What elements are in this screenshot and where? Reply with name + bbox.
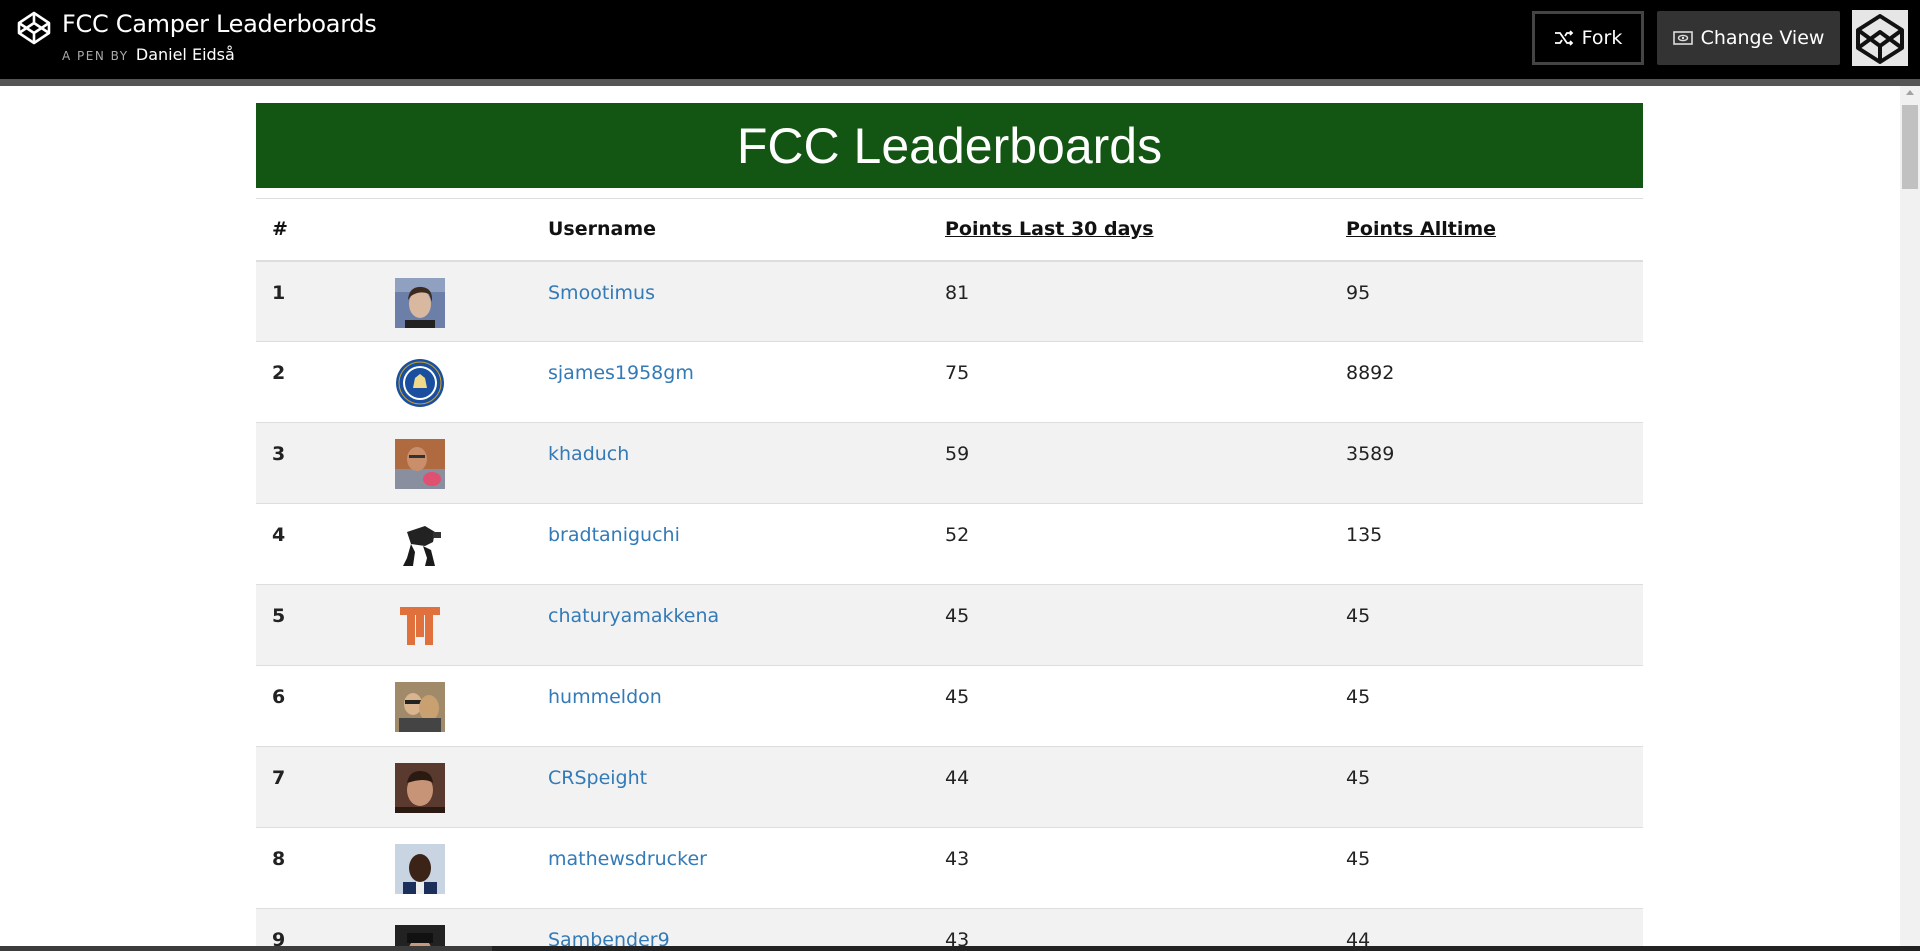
scroll-up-arrow-icon[interactable] (1906, 90, 1914, 95)
author-link[interactable]: Daniel Eidså (136, 45, 235, 64)
points-last30-cell: 43 (945, 848, 970, 870)
rank-column-header: # (272, 218, 288, 241)
username-link[interactable]: hummeldon (548, 686, 662, 708)
pen-title: FCC Camper Leaderboards (62, 10, 377, 38)
username-link[interactable]: chaturyamakkena (548, 605, 719, 627)
points-last30-cell: 45 (945, 605, 970, 627)
username-link[interactable]: CRSpeight (548, 767, 647, 789)
points-last30-cell: 75 (945, 362, 970, 384)
points-alltime-cell: 45 (1346, 605, 1371, 627)
rank-cell: 9 (272, 929, 286, 951)
table-row: 6 hummeldon 45 45 (256, 665, 1643, 747)
points-last30-cell: 81 (945, 281, 970, 304)
points-alltime-cell: 135 (1346, 524, 1383, 546)
points-alltime-cell: 3589 (1346, 443, 1395, 465)
user-avatar-image (395, 601, 445, 651)
user-avatar-image (395, 277, 445, 328)
table-header-row: # Username Points Last 30 days Points Al… (256, 198, 1643, 261)
points-last30-cell: 43 (945, 929, 970, 951)
user-avatar[interactable] (1852, 10, 1908, 66)
table-row: 8 mathewsdrucker 43 45 (256, 827, 1643, 909)
user-avatar-image (395, 358, 445, 408)
points-last30-cell: 44 (945, 767, 970, 789)
page-scrollbar[interactable] (1900, 86, 1920, 946)
codepen-logo-icon[interactable] (16, 10, 52, 46)
fork-icon (1554, 30, 1573, 46)
leaderboard-banner: FCC Leaderboards (256, 103, 1643, 188)
table-row: 4 bradtaniguchi 52 135 (256, 503, 1643, 585)
points-alltime-cell: 8892 (1346, 362, 1395, 384)
rank-cell: 7 (272, 767, 286, 789)
user-avatar-image (395, 844, 445, 894)
table-row: 5 chaturyamakkena 45 45 (256, 584, 1643, 666)
rank-cell: 5 (272, 605, 286, 627)
leaderboard: FCC Leaderboards # Username Points Last … (256, 103, 1643, 951)
bottom-bar (0, 946, 1920, 951)
points-last30-cell: 45 (945, 686, 970, 708)
change-view-button[interactable]: Change View (1657, 11, 1840, 65)
rank-cell: 8 (272, 848, 286, 870)
rank-cell: 6 (272, 686, 286, 708)
username-column-header: Username (548, 218, 657, 241)
fork-button[interactable]: Fork (1532, 11, 1644, 65)
header-divider (0, 79, 1920, 86)
username-link[interactable]: mathewsdrucker (548, 848, 707, 870)
points-alltime-cell: 44 (1346, 929, 1371, 951)
table-row: 2 sjames1958gm 75 8892 (256, 341, 1643, 423)
table-row: 9 Sambender9 43 44 (256, 908, 1643, 951)
codepen-header: FCC Camper Leaderboards A PEN BY Daniel … (0, 0, 1920, 79)
byline-prefix: A PEN BY (62, 49, 129, 63)
user-avatar-image (395, 520, 445, 570)
pen-byline: A PEN BY Daniel Eidså (62, 45, 235, 64)
points-alltime-cell: 95 (1346, 281, 1371, 304)
rank-cell: 2 (272, 362, 286, 384)
username-link[interactable]: Smootimus (548, 282, 655, 304)
points-last30-cell: 52 (945, 524, 970, 546)
rank-cell: 1 (272, 281, 286, 304)
username-link[interactable]: bradtaniguchi (548, 524, 680, 546)
user-avatar-image (395, 682, 445, 732)
bottom-bar-segment (0, 946, 492, 951)
points-alltime-cell: 45 (1346, 848, 1371, 870)
table-row: 7 CRSpeight 44 45 (256, 746, 1643, 828)
fork-label: Fork (1581, 27, 1623, 49)
eye-icon (1672, 31, 1693, 45)
user-avatar-image (395, 439, 445, 489)
username-link[interactable]: khaduch (548, 443, 629, 465)
points-alltime-cell: 45 (1346, 767, 1371, 789)
points-last30-cell: 59 (945, 443, 970, 465)
scrollbar-thumb[interactable] (1902, 105, 1918, 189)
username-link[interactable]: sjames1958gm (548, 362, 694, 384)
change-view-label: Change View (1700, 27, 1825, 49)
sort-alltime-header[interactable]: Points Alltime (1346, 199, 1643, 261)
table-row: 3 khaduch 59 3589 (256, 422, 1643, 504)
table-row: 1 Smootimus 81 95 (256, 260, 1643, 342)
sort-last30-header[interactable]: Points Last 30 days (945, 199, 1346, 261)
leaderboard-table: # Username Points Last 30 days Points Al… (256, 198, 1643, 951)
rank-cell: 3 (272, 443, 286, 465)
points-alltime-cell: 45 (1346, 686, 1371, 708)
avatar-column-header (395, 199, 548, 261)
user-avatar-image (395, 763, 445, 813)
rank-cell: 4 (272, 524, 286, 546)
leaderboard-title: FCC Leaderboards (736, 117, 1163, 174)
